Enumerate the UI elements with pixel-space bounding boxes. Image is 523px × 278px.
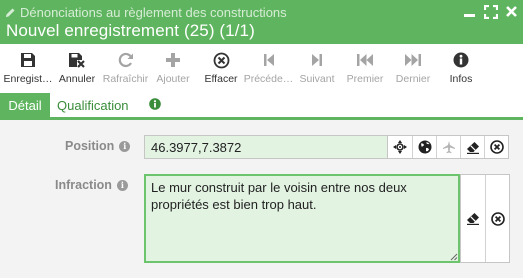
maximize-button[interactable]: [483, 4, 498, 19]
refresh-icon: [118, 51, 134, 69]
flight-button[interactable]: [436, 136, 460, 158]
info-icon: [453, 51, 469, 69]
cancel-save-icon: [68, 51, 86, 69]
pencil-icon: [5, 7, 15, 17]
infraction-label: Infraction i: [55, 178, 128, 192]
next-icon: [311, 51, 323, 69]
delete-button[interactable]: Effacer: [200, 44, 242, 92]
map-button[interactable]: [412, 136, 436, 158]
minimize-icon: [464, 14, 475, 17]
info-button[interactable]: Infos: [442, 44, 480, 92]
save-label: Enregist…: [3, 73, 53, 85]
previous-label: Précéde…: [243, 73, 294, 85]
parent-title: Dénonciations au règlement des construct…: [5, 4, 287, 20]
refresh-button[interactable]: Rafraîchir: [100, 44, 151, 92]
info-label: Infos: [449, 73, 473, 85]
last-label: Dernier: [395, 73, 431, 85]
infraction-textarea[interactable]: Le mur construit par le voisin entre nos…: [144, 174, 460, 263]
cancel-label: Annuler: [58, 73, 96, 85]
info-circle-icon[interactable]: [149, 98, 161, 110]
tab-bar: Détail Qualification: [0, 93, 523, 120]
next-label: Suivant: [299, 73, 335, 85]
previous-icon: [263, 51, 275, 69]
window-controls: [462, 4, 519, 19]
infraction-clear-button[interactable]: [485, 175, 509, 262]
next-button[interactable]: Suivant: [296, 44, 338, 92]
first-button[interactable]: Premier: [344, 44, 386, 92]
detail-form: Position i 46.3977,7.3872 Infraction i L…: [0, 120, 523, 278]
window-header: Dénonciations au règlement des construct…: [0, 0, 523, 44]
position-label: Position i: [65, 139, 131, 153]
delete-icon: [213, 51, 230, 69]
first-label: Premier: [346, 73, 384, 85]
add-label: Ajouter: [156, 73, 190, 85]
position-label-text: Position: [65, 139, 115, 153]
infraction-tools: [460, 174, 510, 263]
last-icon: [404, 51, 422, 69]
save-icon: [20, 51, 36, 69]
infraction-label-text: Infraction: [55, 178, 112, 192]
infraction-erase-button[interactable]: [461, 175, 485, 262]
save-button[interactable]: Enregist…: [3, 44, 53, 92]
info-icon[interactable]: i: [116, 179, 128, 191]
parent-title-text: Dénonciations au règlement des construct…: [20, 4, 287, 20]
locate-button[interactable]: [388, 136, 412, 158]
first-icon: [356, 51, 374, 69]
close-button[interactable]: [504, 4, 519, 19]
minimize-button[interactable]: [462, 4, 477, 19]
window-title: Nouvel enregistrement (25) (1/1): [6, 21, 255, 40]
position-erase-button[interactable]: [460, 136, 484, 158]
position-clear-button[interactable]: [484, 136, 508, 158]
last-button[interactable]: Dernier: [392, 44, 434, 92]
delete-label: Effacer: [204, 73, 238, 85]
toolbar: Enregist… Annuler Rafraîchir Ajouter Eff…: [0, 44, 523, 92]
cancel-button[interactable]: Annuler: [54, 44, 100, 92]
eraser-icon: [466, 141, 479, 154]
position-input[interactable]: [144, 135, 388, 159]
tab-qualification[interactable]: Qualification: [57, 93, 129, 117]
position-tools: [387, 135, 509, 159]
eraser-icon: [467, 213, 479, 225]
info-icon[interactable]: i: [119, 140, 131, 152]
globe-icon: [418, 140, 431, 154]
add-button[interactable]: Ajouter: [152, 44, 194, 92]
crosshair-icon: [393, 140, 407, 154]
resize-grip-icon[interactable]: [449, 252, 458, 261]
clear-icon: [490, 211, 505, 226]
tab-detail[interactable]: Détail: [0, 93, 50, 117]
previous-button[interactable]: Précéde…: [243, 44, 294, 92]
clear-icon: [489, 140, 504, 154]
airplane-icon: [442, 141, 455, 154]
maximize-icon: [483, 4, 498, 19]
close-icon: [506, 6, 517, 17]
plus-icon: [165, 51, 181, 69]
refresh-label: Rafraîchir: [102, 73, 149, 85]
